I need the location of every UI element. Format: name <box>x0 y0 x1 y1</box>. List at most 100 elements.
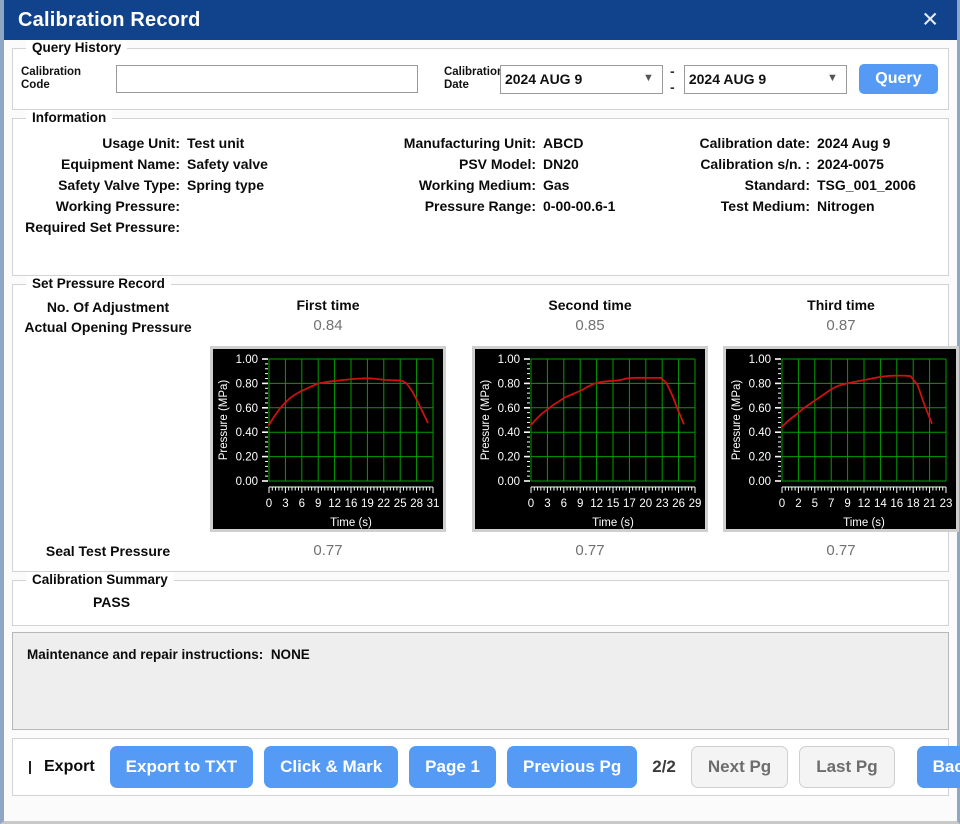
seal-test-pressure-value: 0.77 <box>826 542 856 560</box>
svg-text:12: 12 <box>590 498 603 510</box>
svg-text:6: 6 <box>299 498 305 510</box>
date-to-wrap: 2024 AUG 9 ▼ <box>683 64 847 94</box>
calibration-summary-legend: Calibration Summary <box>26 572 174 587</box>
info-value: Safety valve <box>187 156 268 172</box>
svg-text:0.40: 0.40 <box>749 427 771 439</box>
svg-text:0.20: 0.20 <box>498 451 520 463</box>
svg-text:25: 25 <box>394 498 407 510</box>
calibration-date-label-line1: Calibration <box>443 65 504 78</box>
calibration-date-label-line2: Date <box>443 79 469 91</box>
column-title: Third time <box>807 297 875 313</box>
set-pressure-row-labels: No. Of Adjustment Actual Opening Pressur… <box>19 297 197 338</box>
svg-text:12: 12 <box>328 498 341 510</box>
svg-text:0: 0 <box>779 498 785 510</box>
info-key: Manufacturing Unit: <box>403 135 536 151</box>
opening-pressure-value: 0.84 <box>313 317 343 334</box>
seal-test-pressure-value: 0.77 <box>313 542 343 560</box>
svg-text:16: 16 <box>890 498 903 510</box>
svg-text:3: 3 <box>282 498 288 510</box>
svg-text:0.80: 0.80 <box>749 378 771 390</box>
svg-text:0.40: 0.40 <box>498 427 520 439</box>
last-page-button[interactable]: Last Pg <box>799 746 895 788</box>
svg-text:1.00: 1.00 <box>749 354 771 366</box>
info-key: Working Pressure: <box>55 198 180 214</box>
svg-text:0.60: 0.60 <box>236 402 258 414</box>
charts-row-spacer <box>19 346 197 532</box>
no-of-adjustment-label: No. Of Adjustment <box>46 299 170 315</box>
chart-cell-2: 0.00 0.20 0.40 0.60 0.80 1.00 0 3 6 9 12 15 17 20 23 26… <box>459 345 721 532</box>
click-and-mark-button[interactable]: Click & Mark <box>264 746 399 788</box>
info-value <box>187 198 379 214</box>
info-value: ABCD <box>543 135 584 151</box>
svg-text:20: 20 <box>639 498 652 510</box>
svg-text:17: 17 <box>623 498 636 510</box>
set-pressure-record-legend: Set Pressure Record <box>26 276 171 291</box>
query-history-panel: Query History Calibration Code Calibrati… <box>12 40 949 110</box>
column-third-time: Third time 0.87 <box>721 297 960 334</box>
svg-text:Time (s): Time (s) <box>330 517 372 529</box>
info-value: 2024 Aug 9 <box>817 135 891 151</box>
opening-pressure-value: 0.85 <box>575 317 605 334</box>
info-key: Safety Valve Type: <box>58 177 180 193</box>
svg-text:18: 18 <box>907 498 920 510</box>
calibration-date-from-select[interactable]: 2024 AUG 9 <box>499 64 663 94</box>
svg-text:6: 6 <box>561 498 567 510</box>
info-key: Required Set Pressure: <box>25 219 180 235</box>
info-value: Nitrogen <box>817 198 875 214</box>
maintenance-instructions-label: Maintenance and repair instructions: <box>27 647 264 662</box>
svg-text:0.00: 0.00 <box>236 476 258 488</box>
column-first-time: First time 0.84 <box>197 297 459 334</box>
svg-text:0: 0 <box>528 498 534 510</box>
pressure-time-chart-2: 0.00 0.20 0.40 0.60 0.80 1.00 0 3 6 9 12 15 17 20 23 26… <box>472 345 708 532</box>
svg-text:Time (s): Time (s) <box>843 517 885 529</box>
info-key: Usage Unit: <box>102 135 180 151</box>
info-value: Gas <box>543 177 570 193</box>
calibration-date-to-select[interactable]: 2024 AUG 9 <box>683 64 847 94</box>
export-checkbox[interactable] <box>29 760 31 774</box>
info-key <box>683 219 817 235</box>
maintenance-instructions-box[interactable]: Maintenance and repair instructions: NON… <box>12 632 949 730</box>
pressure-time-chart-3: 0.00 0.20 0.40 0.60 0.80 1.00 0 2 5 7 9 12 14 16 18 21 2… <box>723 345 959 532</box>
svg-text:0.60: 0.60 <box>498 402 520 414</box>
next-page-button[interactable]: Next Pg <box>690 746 789 788</box>
svg-text:1.00: 1.00 <box>498 354 520 366</box>
svg-text:29: 29 <box>689 498 702 510</box>
back-button[interactable]: Back <box>916 746 960 788</box>
page-1-button[interactable]: Page 1 <box>409 746 496 788</box>
svg-text:21: 21 <box>923 498 936 510</box>
export-to-txt-button[interactable]: Export to TXT <box>109 746 254 788</box>
close-icon[interactable]: ✕ <box>921 10 939 31</box>
svg-text:22: 22 <box>377 498 390 510</box>
svg-text:28: 28 <box>410 498 423 510</box>
calibration-code-input[interactable] <box>115 65 418 93</box>
query-button[interactable]: Query <box>858 64 938 94</box>
date-from-wrap: 2024 AUG 9 ▼ <box>499 64 663 94</box>
svg-text:9: 9 <box>577 498 583 510</box>
information-legend: Information <box>26 110 113 125</box>
info-key: Working Medium: <box>418 177 536 193</box>
set-pressure-header-row: No. Of Adjustment Actual Opening Pressur… <box>19 297 942 338</box>
footer-toolbar: Export Export to TXT Click & Mark Page 1… <box>12 738 960 796</box>
charts-row: 0.00 0.20 0.40 0.60 0.80 1.00 0 3 6 9 12 16 19 22 25 28… <box>19 345 959 532</box>
pressure-time-chart-1: 0.00 0.20 0.40 0.60 0.80 1.00 0 3 6 9 12 16 19 22 25 28… <box>210 345 446 532</box>
seal-test-pressure-value: 0.77 <box>575 542 605 560</box>
window-title: Calibration Record <box>18 8 201 31</box>
seal-test-pressure-label: Seal Test Pressure <box>45 542 171 559</box>
info-value: 0-00-00.6-1 <box>543 198 616 214</box>
svg-text:9: 9 <box>844 498 850 510</box>
svg-text:Pressure (MPa): Pressure (MPa) <box>480 379 492 460</box>
svg-text:16: 16 <box>345 498 358 510</box>
calibration-record-window: Calibration Record ✕ Query History Calib… <box>0 0 960 824</box>
svg-text:3: 3 <box>544 498 550 510</box>
column-title: Second time <box>548 297 632 313</box>
svg-text:Pressure (MPa): Pressure (MPa) <box>218 379 230 460</box>
svg-text:1.00: 1.00 <box>236 354 258 366</box>
maintenance-instructions-value: NONE <box>270 647 310 662</box>
svg-text:Pressure (MPa): Pressure (MPa) <box>731 379 743 460</box>
info-value: TSG_001_2006 <box>817 177 916 193</box>
page-counter: 2/2 <box>652 757 676 776</box>
previous-page-button[interactable]: Previous Pg <box>506 746 638 788</box>
svg-text:0.40: 0.40 <box>236 427 258 439</box>
chart-cell-3: 0.00 0.20 0.40 0.60 0.80 1.00 0 2 5 7 9 12 14 16 18 21 2… <box>721 345 960 532</box>
info-value: DN20 <box>543 156 579 172</box>
